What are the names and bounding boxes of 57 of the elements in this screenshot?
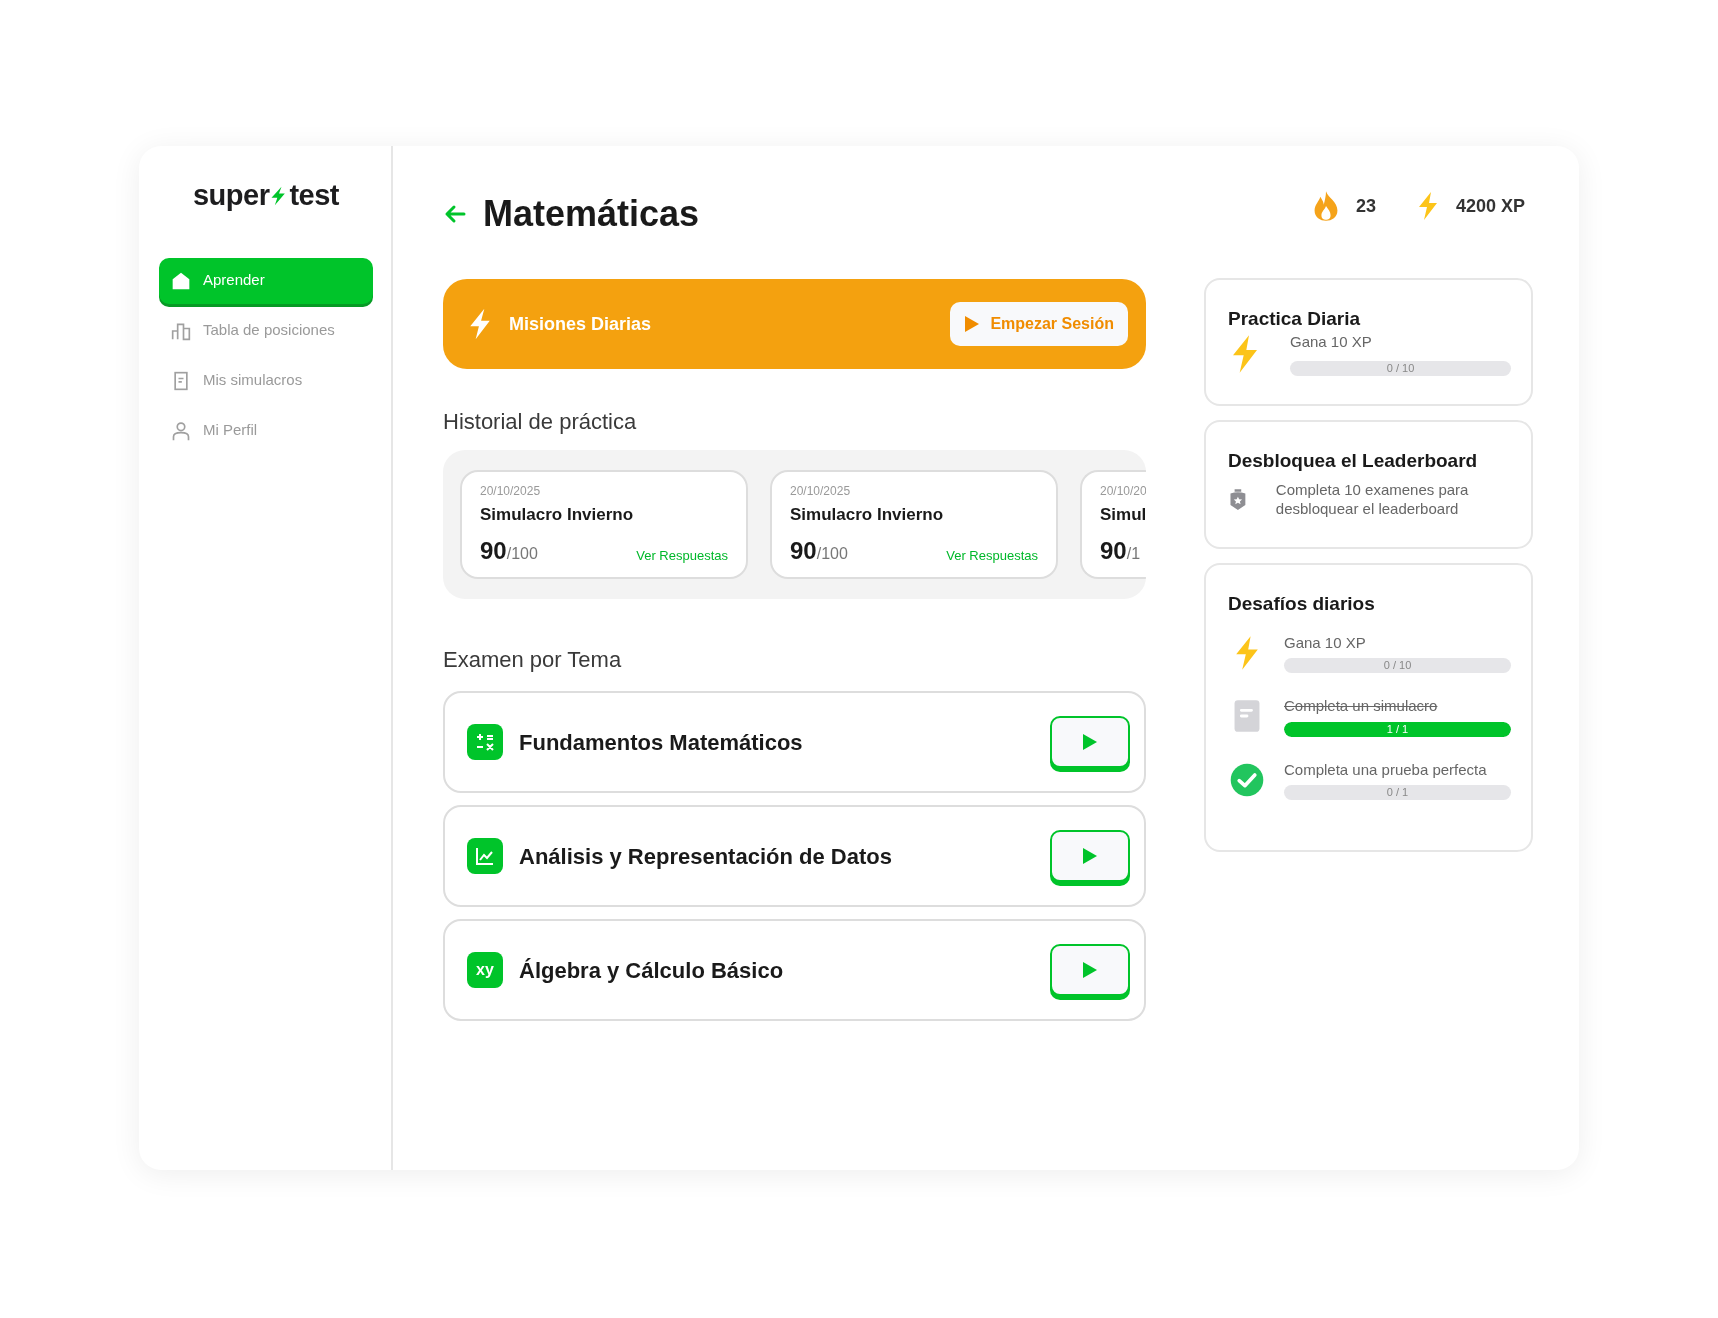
view-answers-link[interactable]: Ver Respuestas [636,545,728,566]
play-button[interactable] [1050,944,1130,997]
score-total: /100 [506,545,538,565]
sidebar-item[interactable]: Aprender [159,257,373,304]
unlock-description: Completa 10 examenes para desbloquear el leaderboard [1275,481,1470,519]
topic-title: Álgebra y Cálculo Básico [519,956,784,985]
home-icon [171,270,191,291]
score: 90 [1100,536,1127,567]
document-icon [1233,699,1261,734]
score: 90 [480,536,507,567]
challenge-label: Completa una prueba perfecta [1284,759,1488,780]
user-icon [171,420,191,441]
score-total: /100 [816,545,848,565]
play-icon [964,315,981,334]
math-operators-icon [475,732,495,753]
play-icon [1082,847,1098,866]
score: 90 [790,536,817,567]
banner-title: Misiones Diarias [509,312,652,336]
check-circle-icon [1230,762,1264,797]
card-title: Practica Diaria [1228,308,1362,331]
topic-title: Fundamentos Matemáticos [519,728,803,757]
topic-title: Análisis y Representación de Datos [519,842,892,871]
progress-text: 0 / 1 [1385,785,1410,801]
start-session-button[interactable]: Empezar Sesión [950,302,1128,347]
card-date: 20/10/2025 [790,482,852,500]
page-title: Matemáticas [483,192,700,236]
sidebar-item[interactable]: Mis simulacros [159,357,373,404]
progress-text: 1 / 1 [1385,721,1410,737]
section-title: Examen por Tema [443,647,623,674]
play-button[interactable] [1050,830,1130,883]
challenge-label: Completa un simulacro [1284,696,1439,717]
play-button[interactable] [1050,716,1130,769]
play-icon [1082,733,1098,752]
sidebar-item[interactable]: Mi Perfil [159,407,373,454]
card-date: 20/10/20 [1100,482,1146,500]
play-icon [1082,961,1098,980]
progress-text: 0 / 10 [1382,658,1413,674]
card-date: 20/10/2025 [480,482,542,500]
xy-icon: xy [467,952,503,989]
card-title: Simul [1100,503,1146,526]
view-answers-link[interactable]: Ver Respuestas [946,545,1038,566]
logo-text: test [289,178,340,213]
card-title: Simulacro Invierno [480,503,635,526]
challenge-label: Gana 10 XP [1284,632,1367,653]
logo-text: super [192,178,270,213]
streak-count: 23 [1355,194,1376,218]
sidebar-item[interactable]: Tabla de posiciones [159,307,373,354]
card-title: Simulacro Invierno [790,503,945,526]
card-title: Desbloquea el Leaderboard [1228,450,1479,474]
progress-text: 0 / 10 [1385,361,1416,377]
reward-label: Gana 10 XP [1290,331,1373,352]
card-title: Desafíos diarios [1228,593,1376,616]
document-icon [171,370,191,391]
score-total: /1 [1126,545,1141,565]
xp-total: 4200 XP [1455,194,1525,218]
section-title: Historial de práctica [443,409,638,436]
line-chart-icon [475,846,495,867]
